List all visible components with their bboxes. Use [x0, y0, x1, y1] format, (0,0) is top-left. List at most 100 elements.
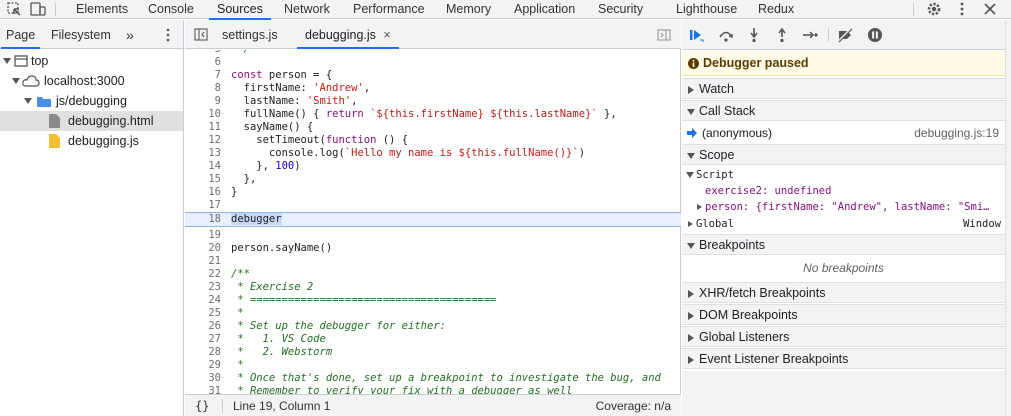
step-icon[interactable]: [802, 27, 818, 43]
line-number[interactable]: 21: [185, 255, 221, 268]
line-number[interactable]: 20: [185, 242, 221, 255]
code-line[interactable]: 25 *: [185, 307, 681, 320]
line-number[interactable]: 12: [185, 134, 221, 147]
code-line[interactable]: 22 /**: [185, 268, 681, 281]
section-call-stack[interactable]: Call Stack: [682, 100, 1005, 121]
line-number[interactable]: 11: [185, 121, 221, 134]
code-line[interactable]: 30 * Once that's done, set up a breakpoi…: [185, 372, 681, 385]
tab-debugging-js[interactable]: debugging.js ×: [297, 20, 399, 49]
tab-lighthouse[interactable]: Lighthouse: [676, 0, 737, 19]
section-breakpoints[interactable]: Breakpoints: [682, 234, 1005, 255]
code-line[interactable]: 29 *: [185, 359, 681, 372]
code-line[interactable]: 11 sayName() {: [185, 121, 681, 134]
code-line[interactable]: 17: [185, 199, 681, 212]
code-line[interactable]: 20 person.sayName(): [185, 242, 681, 255]
line-number[interactable]: 29: [185, 359, 221, 372]
tab-sources[interactable]: Sources: [209, 0, 271, 20]
line-number[interactable]: 15: [185, 173, 221, 186]
toggle-navigator-icon[interactable]: [194, 28, 208, 41]
tab-security[interactable]: Security: [598, 0, 643, 19]
line-number[interactable]: 9: [185, 95, 221, 108]
line-number[interactable]: 24: [185, 294, 221, 307]
scope-var-person[interactable]: person: {firstName: "Andrew", lastName: …: [705, 201, 989, 213]
more-menu-icon[interactable]: [953, 1, 971, 17]
line-number[interactable]: 27: [185, 333, 221, 346]
code-line[interactable]: 9 lastName: 'Smith',: [185, 95, 681, 108]
call-frame-location[interactable]: debugging.js:19: [914, 126, 999, 140]
tab-memory[interactable]: Memory: [446, 0, 491, 19]
tree-item-localhost[interactable]: localhost:3000: [0, 71, 183, 91]
step-into-icon[interactable]: [746, 27, 762, 43]
code-line[interactable]: 24 * ===================================…: [185, 294, 681, 307]
tree-item-top[interactable]: top: [0, 51, 183, 71]
tab-redux[interactable]: Redux: [758, 0, 794, 19]
navigator-menu-icon[interactable]: [162, 27, 174, 43]
tab-application[interactable]: Application: [514, 0, 575, 19]
code-line[interactable]: 12 setTimeout(function () {: [185, 134, 681, 147]
tab-console[interactable]: Console: [148, 0, 194, 19]
code-line[interactable]: 15 },: [185, 173, 681, 186]
section-dom-breakpoints[interactable]: DOM Breakpoints: [682, 304, 1005, 325]
line-number[interactable]: 26: [185, 320, 221, 333]
section-scope[interactable]: Scope: [682, 144, 1005, 165]
code-line[interactable]: 8 firstName: 'Andrew',: [185, 82, 681, 95]
device-toggle-icon[interactable]: [29, 1, 47, 17]
close-icon[interactable]: [981, 1, 999, 17]
line-number[interactable]: 17: [185, 199, 221, 212]
line-number[interactable]: 28: [185, 346, 221, 359]
tree-item-debugging-js[interactable]: debugging.js: [0, 131, 183, 151]
line-number[interactable]: 8: [185, 82, 221, 95]
line-number[interactable]: 16: [185, 186, 221, 199]
scope-global-label[interactable]: Global: [696, 218, 734, 230]
section-global-listeners[interactable]: Global Listeners: [682, 326, 1005, 347]
line-number[interactable]: 18: [185, 213, 221, 226]
line-number[interactable]: 19: [185, 229, 221, 242]
settings-gear-icon[interactable]: [925, 1, 943, 17]
code-line[interactable]: 6: [185, 56, 681, 69]
deactivate-breakpoints-icon[interactable]: [837, 27, 853, 43]
code-line[interactable]: 10 fullName() { return `${this.firstName…: [185, 108, 681, 121]
tab-performance[interactable]: Performance: [353, 0, 425, 19]
call-frame-row[interactable]: (anonymous) debugging.js:19: [682, 122, 1005, 144]
tab-settings-js[interactable]: settings.js: [222, 20, 278, 48]
line-number[interactable]: 14: [185, 160, 221, 173]
current-execution-line[interactable]: 18 debugger: [185, 212, 681, 227]
code-content[interactable]: 5 */67const person = {8 firstName: 'Andr…: [185, 50, 681, 408]
tree-item-debugging-html[interactable]: debugging.html: [0, 111, 183, 131]
line-number[interactable]: 23: [185, 281, 221, 294]
code-line[interactable]: 13 console.log(`Hello my name is ${this.…: [185, 147, 681, 160]
code-line[interactable]: 28 * 2. Webstorm: [185, 346, 681, 359]
step-out-icon[interactable]: [774, 27, 790, 43]
line-number[interactable]: 25: [185, 307, 221, 320]
sidebar-scrollbar[interactable]: [1005, 20, 1011, 416]
step-over-icon[interactable]: [718, 27, 734, 43]
code-line[interactable]: 26 * Set up the debugger for either:: [185, 320, 681, 333]
more-tabs-button[interactable]: »: [126, 20, 134, 48]
pause-on-exceptions-icon[interactable]: [867, 27, 883, 43]
code-line[interactable]: 21: [185, 255, 681, 268]
code-line[interactable]: 14 }, 100): [185, 160, 681, 173]
code-line[interactable]: 7 const person = {: [185, 69, 681, 82]
code-line[interactable]: 27 * 1. VS Code: [185, 333, 681, 346]
code-line[interactable]: 16}: [185, 186, 681, 199]
section-xhr-breakpoints[interactable]: XHR/fetch Breakpoints: [682, 282, 1005, 303]
section-event-listener-breakpoints[interactable]: Event Listener Breakpoints: [682, 348, 1005, 369]
tree-item-js-debugging[interactable]: js/debugging: [0, 91, 183, 111]
line-number[interactable]: 10: [185, 108, 221, 121]
toggle-debugger-icon[interactable]: [657, 29, 671, 41]
tab-network[interactable]: Network: [284, 0, 330, 19]
line-number[interactable]: 7: [185, 69, 221, 82]
tab-page[interactable]: Page: [0, 20, 41, 49]
line-number[interactable]: 30: [185, 372, 221, 385]
code-line[interactable]: 19: [185, 229, 681, 242]
tab-filesystem[interactable]: Filesystem: [51, 20, 111, 48]
line-number[interactable]: 6: [185, 56, 221, 69]
section-watch[interactable]: Watch: [682, 78, 1005, 99]
resume-icon[interactable]: [688, 27, 704, 43]
collapse-arrow-icon[interactable]: [688, 221, 693, 227]
inspect-icon[interactable]: [5, 1, 23, 17]
scope-script-label[interactable]: Script: [696, 169, 734, 181]
collapse-arrow-icon[interactable]: [697, 204, 702, 210]
code-line[interactable]: 23 * Exercise 2: [185, 281, 681, 294]
line-number[interactable]: 13: [185, 147, 221, 160]
